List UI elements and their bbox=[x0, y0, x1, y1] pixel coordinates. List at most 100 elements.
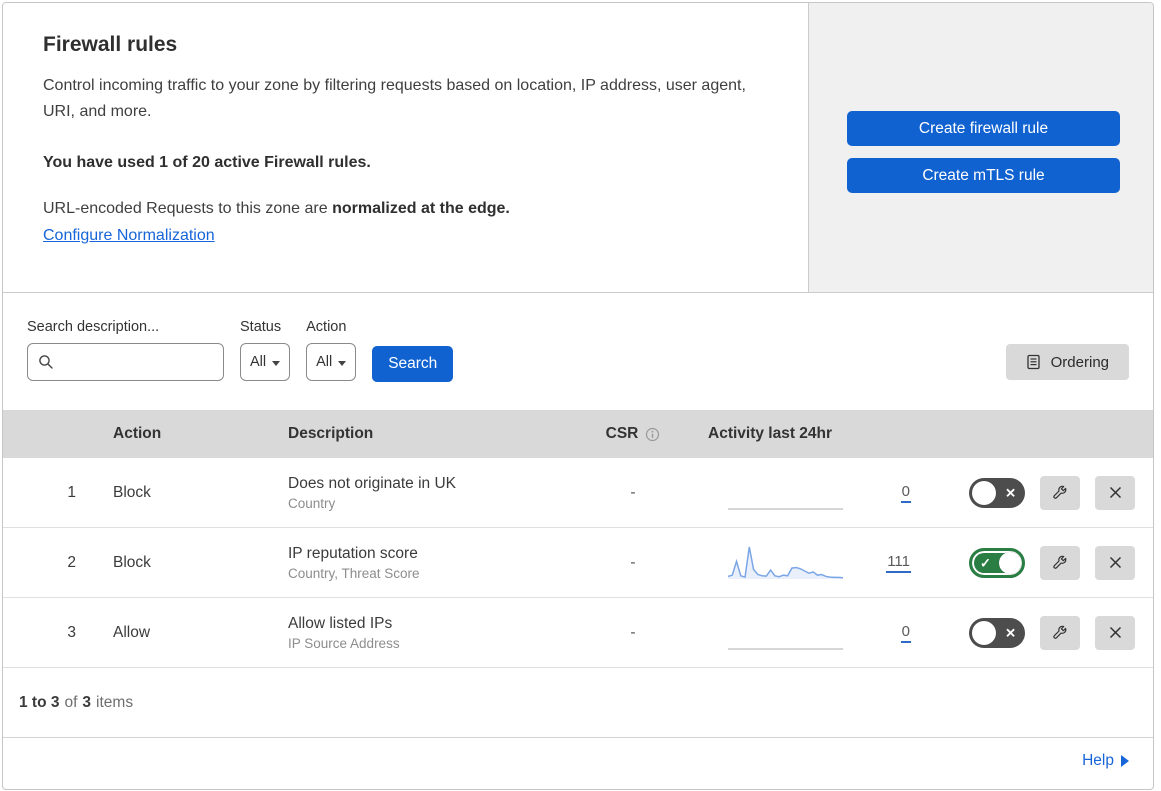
x-icon bbox=[1109, 556, 1121, 569]
rule-controls bbox=[933, 545, 1153, 580]
delete-rule-button[interactable] bbox=[1095, 615, 1135, 650]
table-row: 2 Block IP reputation score Country, Thr… bbox=[3, 528, 1153, 598]
intro-text-panel: Firewall rules Control incoming traffic … bbox=[3, 3, 809, 292]
wrench-icon bbox=[1053, 485, 1067, 499]
help-link[interactable]: Help bbox=[1082, 752, 1129, 770]
column-csr: CSR bbox=[563, 425, 703, 443]
table-row: 1 Block Does not originate in UK Country… bbox=[3, 458, 1153, 528]
filter-bar: Search description... Status All Action … bbox=[3, 293, 1153, 410]
column-action: Action bbox=[113, 425, 162, 442]
actions-panel: Create firewall rule Create mTLS rule bbox=[809, 3, 1153, 292]
rule-description-cell: Allow listed IPs IP Source Address bbox=[268, 615, 563, 651]
search-field: Search description... bbox=[27, 319, 224, 381]
rule-priority: 1 bbox=[67, 483, 76, 501]
activity-sparkline bbox=[728, 615, 843, 651]
activity-sparkline bbox=[727, 545, 844, 581]
create-mtls-rule-button[interactable]: Create mTLS rule bbox=[847, 158, 1120, 193]
rule-priority: 3 bbox=[67, 623, 76, 641]
search-button[interactable]: Search bbox=[372, 346, 454, 382]
rule-action: Block bbox=[113, 553, 151, 571]
rule-controls bbox=[933, 615, 1153, 650]
rule-action: Allow bbox=[113, 623, 151, 641]
arrow-right-icon bbox=[1121, 754, 1129, 767]
action-filter: Action All bbox=[306, 319, 357, 381]
chevron-down-icon bbox=[338, 360, 347, 366]
ordering-list-icon bbox=[1026, 354, 1040, 370]
help-bar: Help bbox=[3, 738, 1153, 783]
rule-enabled-toggle[interactable] bbox=[969, 617, 1025, 648]
rule-priority: 2 bbox=[67, 553, 76, 571]
activity-count-link[interactable]: 0 bbox=[900, 483, 911, 503]
configure-normalization-link[interactable]: Configure Normalization bbox=[43, 227, 215, 245]
toggle-knob bbox=[972, 620, 996, 645]
x-icon bbox=[1109, 486, 1121, 499]
status-dropdown-value: All bbox=[250, 354, 267, 370]
pagination-range: 1 to 3 bbox=[19, 693, 60, 711]
wrench-icon bbox=[1053, 625, 1067, 639]
column-csr-label: CSR bbox=[605, 425, 639, 442]
toggle-knob bbox=[972, 480, 996, 505]
toggle-knob bbox=[999, 551, 1021, 574]
rule-activity-cell: 0 bbox=[703, 615, 933, 651]
create-firewall-rule-button[interactable]: Create firewall rule bbox=[847, 111, 1120, 146]
column-description: Description bbox=[288, 425, 374, 442]
pagination-total: 3 bbox=[82, 693, 92, 711]
normalization-text: URL-encoded Requests to this zone are bbox=[43, 200, 328, 217]
rule-description: Does not originate in UK bbox=[288, 474, 457, 492]
search-input[interactable] bbox=[27, 343, 224, 381]
rule-csr-value: - bbox=[630, 553, 636, 571]
normalization-bold-text: normalized at the edge. bbox=[332, 200, 510, 217]
pagination-of-text: of bbox=[64, 693, 78, 711]
edit-rule-button[interactable] bbox=[1040, 545, 1080, 580]
activity-sparkline bbox=[728, 475, 843, 511]
rule-description: Allow listed IPs bbox=[288, 614, 393, 632]
edit-rule-button[interactable] bbox=[1040, 475, 1080, 510]
pagination-items-text: items bbox=[96, 693, 134, 711]
toggle-state-icon bbox=[1005, 486, 1016, 499]
rule-fields: Country, Threat Score bbox=[288, 565, 420, 581]
rule-activity-cell: 111 bbox=[703, 545, 933, 581]
rule-fields: Country bbox=[288, 495, 336, 511]
rule-activity-cell: 0 bbox=[703, 475, 933, 511]
rule-csr-value: - bbox=[630, 623, 636, 641]
toggle-state-icon bbox=[1005, 626, 1016, 639]
status-filter: Status All bbox=[240, 319, 291, 381]
action-dropdown-value: All bbox=[316, 354, 333, 370]
status-dropdown[interactable]: All bbox=[240, 343, 291, 381]
action-label: Action bbox=[306, 319, 347, 335]
column-activity: Activity last 24hr bbox=[708, 425, 833, 442]
page-description: Control incoming traffic to your zone by… bbox=[43, 77, 746, 120]
pagination-summary: 1 to 3 of 3 items bbox=[3, 668, 1153, 738]
normalization-note: URL-encoded Requests to this zone are no… bbox=[43, 200, 768, 218]
table-header: Action Description CSR Activity last 24h… bbox=[3, 410, 1153, 458]
usage-note: You have used 1 of 20 active Firewall ru… bbox=[43, 154, 371, 171]
rule-description-cell: Does not originate in UK Country bbox=[268, 475, 563, 511]
action-dropdown[interactable]: All bbox=[306, 343, 357, 381]
status-label: Status bbox=[240, 319, 282, 335]
ordering-button-label: Ordering bbox=[1050, 353, 1109, 371]
delete-rule-button[interactable] bbox=[1095, 475, 1135, 510]
chevron-down-icon bbox=[272, 360, 281, 366]
rule-action: Block bbox=[113, 483, 151, 501]
rule-description-cell: IP reputation score Country, Threat Scor… bbox=[268, 545, 563, 581]
search-input-field[interactable] bbox=[62, 353, 213, 371]
rule-controls bbox=[933, 475, 1153, 510]
search-icon bbox=[39, 355, 53, 369]
delete-rule-button[interactable] bbox=[1095, 545, 1135, 580]
intro-section: Firewall rules Control incoming traffic … bbox=[3, 3, 1153, 293]
ordering-button[interactable]: Ordering bbox=[1005, 344, 1129, 380]
rule-enabled-toggle[interactable] bbox=[969, 477, 1025, 508]
page-title: Firewall rules bbox=[43, 33, 178, 56]
table-row: 3 Allow Allow listed IPs IP Source Addre… bbox=[3, 598, 1153, 668]
edit-rule-button[interactable] bbox=[1040, 615, 1080, 650]
rule-fields: IP Source Address bbox=[288, 635, 400, 651]
info-icon bbox=[646, 427, 660, 441]
help-link-label: Help bbox=[1082, 751, 1114, 769]
search-label: Search description... bbox=[27, 319, 160, 335]
wrench-icon bbox=[1053, 555, 1067, 569]
activity-count-link[interactable]: 0 bbox=[900, 623, 911, 643]
activity-count-link[interactable]: 111 bbox=[886, 553, 911, 573]
rule-enabled-toggle[interactable] bbox=[969, 547, 1025, 578]
rule-csr-value: - bbox=[630, 483, 636, 501]
x-icon bbox=[1109, 626, 1121, 639]
